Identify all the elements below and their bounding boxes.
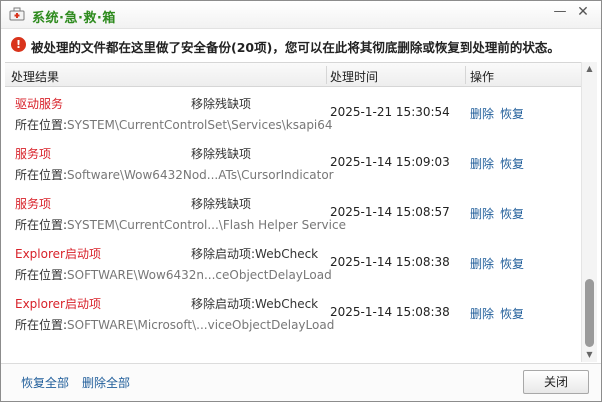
- restore-link[interactable]: 恢复: [500, 105, 524, 122]
- table-row[interactable]: 服务项 移除残缺项 所在位置:SYSTEM\CurrentControl...\…: [5, 187, 581, 237]
- table-row[interactable]: 服务项 移除残缺项 所在位置:Software\Wow6432Nod...ATs…: [5, 137, 581, 187]
- table-row[interactable]: Explorer启动项 移除启动项:WebCheck 所在位置:SOFTWARE…: [5, 237, 581, 287]
- item-location: 所在位置:Software\Wow6432Nod...ATs\CursorInd…: [15, 166, 334, 183]
- vertical-scrollbar[interactable]: ▲ ▼: [581, 62, 597, 362]
- restore-link[interactable]: 恢复: [500, 305, 524, 322]
- item-location: 所在位置:SOFTWARE\Microsoft\...viceObjectDel…: [15, 316, 334, 333]
- item-location: 所在位置:SOFTWARE\Wow6432n...ceObjectDelayLo…: [15, 266, 332, 283]
- column-divider[interactable]: [465, 66, 466, 84]
- location-label: 所在位置:: [15, 268, 68, 282]
- location-path: SYSTEM\CurrentControl...\Flash Helper Se…: [67, 218, 346, 232]
- location-label: 所在位置:: [15, 318, 68, 332]
- title-bar: 系统·急·救·箱 — ✕: [1, 1, 601, 29]
- window-title: 系统·急·救·箱: [32, 11, 116, 26]
- item-location: 所在位置:SYSTEM\CurrentControlSet\Services\k…: [15, 116, 333, 133]
- restore-all-link[interactable]: 恢复全部: [21, 374, 69, 391]
- close-button[interactable]: 关闭: [523, 370, 589, 394]
- toolbox-icon: [9, 7, 25, 21]
- restore-link[interactable]: 恢复: [500, 255, 524, 272]
- table-row[interactable]: 驱动服务 移除残缺项 所在位置:SYSTEM\CurrentControlSet…: [5, 87, 581, 137]
- minimize-button[interactable]: —: [551, 4, 569, 22]
- delete-link[interactable]: 删除: [470, 305, 494, 322]
- dialog-window: 系统·急·救·箱 — ✕ ! 被处理的文件都在这里做了安全备份(20项)，您可以…: [0, 0, 602, 402]
- item-name: Explorer启动项: [15, 247, 101, 261]
- restore-link[interactable]: 恢复: [500, 205, 524, 222]
- item-time: 2025-1-14 15:09:03: [330, 155, 450, 169]
- notice-text: 被处理的文件都在这里做了安全备份(20项)，您可以在此将其彻底删除或恢复到处理前…: [31, 40, 560, 55]
- notice-bar: ! 被处理的文件都在这里做了安全备份(20项)，您可以在此将其彻底删除或恢复到处…: [11, 36, 591, 55]
- location-path: SYSTEM\CurrentControlSet\Services\ksapi6…: [67, 118, 333, 132]
- item-location: 所在位置:SYSTEM\CurrentControl...\Flash Help…: [15, 216, 346, 233]
- item-name: Explorer启动项: [15, 297, 101, 311]
- item-action: 移除启动项:WebCheck: [191, 297, 319, 311]
- scrollbar-thumb[interactable]: [585, 279, 594, 347]
- location-path: SOFTWARE\Microsoft\...viceObjectDelayLoa…: [67, 318, 335, 332]
- footer-bar: 恢复全部 删除全部 关闭: [1, 363, 601, 401]
- warning-icon: !: [11, 37, 26, 52]
- item-time: 2025-1-14 15:08:57: [330, 205, 450, 219]
- item-action: 移除残缺项: [191, 197, 252, 211]
- location-path: Software\Wow6432Nod...ATs\CursorIndicato…: [67, 168, 334, 182]
- column-header-time[interactable]: 处理时间: [330, 68, 378, 85]
- delete-link[interactable]: 删除: [470, 205, 494, 222]
- item-action: 移除启动项:WebCheck: [191, 247, 319, 261]
- location-label: 所在位置:: [15, 118, 68, 132]
- table-row[interactable]: Explorer启动项 移除启动项:WebCheck 所在位置:SOFTWARE…: [5, 287, 581, 337]
- item-time: 2025-1-21 15:30:54: [330, 105, 450, 119]
- delete-all-link[interactable]: 删除全部: [82, 374, 130, 391]
- scroll-down-arrow-icon[interactable]: ▼: [582, 348, 597, 362]
- item-name: 服务项: [15, 147, 52, 161]
- delete-link[interactable]: 删除: [470, 155, 494, 172]
- item-name: 驱动服务: [15, 97, 64, 111]
- delete-link[interactable]: 删除: [470, 105, 494, 122]
- item-name: 服务项: [15, 197, 52, 211]
- location-path: SOFTWARE\Wow6432n...ceObjectDelayLoad: [67, 268, 332, 282]
- backup-table: 处理结果 处理时间 操作 驱动服务 移除残缺项 所在位置:SYSTEM\Curr…: [5, 62, 581, 362]
- column-divider[interactable]: [326, 66, 327, 84]
- column-header-result[interactable]: 处理结果: [11, 68, 59, 85]
- scroll-up-arrow-icon[interactable]: ▲: [582, 62, 597, 76]
- item-time: 2025-1-14 15:08:38: [330, 255, 450, 269]
- item-action: 移除残缺项: [191, 147, 252, 161]
- restore-link[interactable]: 恢复: [500, 155, 524, 172]
- item-action: 移除残缺项: [191, 97, 252, 111]
- item-time: 2025-1-14 15:08:38: [330, 305, 450, 319]
- location-label: 所在位置:: [15, 168, 68, 182]
- window-close-button[interactable]: ✕: [574, 4, 592, 22]
- delete-link[interactable]: 删除: [470, 255, 494, 272]
- location-label: 所在位置:: [15, 218, 68, 232]
- table-header: 处理结果 处理时间 操作: [5, 63, 581, 87]
- column-header-operation[interactable]: 操作: [470, 68, 494, 85]
